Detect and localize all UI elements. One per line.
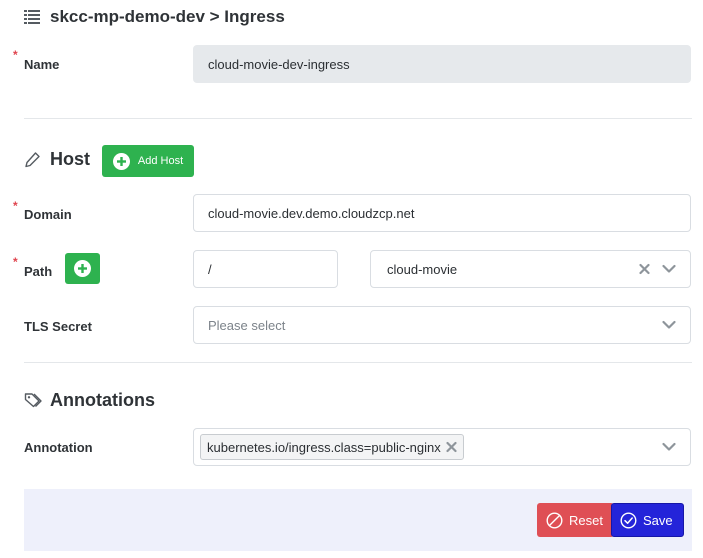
plus-circle-icon bbox=[74, 260, 91, 277]
domain-value: cloud-movie.dev.demo.cloudzcp.net bbox=[208, 205, 415, 221]
annotation-select[interactable]: kubernetes.io/ingress.class=public-nginx bbox=[193, 428, 691, 466]
domain-label: Domain bbox=[24, 207, 72, 222]
chevron-down-icon[interactable] bbox=[662, 320, 676, 330]
page-title: skcc-mp-demo-dev > Ingress bbox=[50, 7, 285, 26]
required-marker: * bbox=[13, 255, 18, 269]
annotation-label: Annotation bbox=[24, 440, 93, 455]
reset-button[interactable]: Reset bbox=[537, 503, 614, 537]
required-marker: * bbox=[13, 199, 18, 213]
tags-icon bbox=[24, 393, 42, 408]
domain-input[interactable]: cloud-movie.dev.demo.cloudzcp.net bbox=[193, 194, 691, 232]
tls-secret-select[interactable]: Please select bbox=[193, 306, 691, 344]
reset-label: Reset bbox=[569, 512, 603, 528]
remove-tag-icon[interactable] bbox=[446, 441, 457, 453]
chevron-down-icon[interactable] bbox=[662, 264, 676, 274]
name-label: Name bbox=[24, 57, 60, 72]
pencil-icon bbox=[25, 152, 40, 168]
path-label: Path bbox=[24, 264, 53, 279]
path-value: / bbox=[208, 261, 212, 277]
name-field: cloud-movie-dev-ingress bbox=[193, 45, 691, 83]
add-host-label: Add Host bbox=[137, 155, 184, 167]
annotation-tag-label: kubernetes.io/ingress.class=public-nginx bbox=[207, 439, 441, 455]
required-marker: * bbox=[13, 48, 18, 62]
plus-circle-icon bbox=[112, 152, 130, 170]
add-path-button[interactable] bbox=[65, 253, 100, 284]
service-select[interactable]: cloud-movie bbox=[370, 250, 691, 288]
form-footer: Reset Save bbox=[24, 489, 692, 551]
divider bbox=[24, 362, 692, 363]
name-value: cloud-movie-dev-ingress bbox=[208, 56, 350, 72]
add-host-button[interactable]: Add Host bbox=[102, 145, 194, 177]
tls-secret-label: TLS Secret bbox=[24, 319, 92, 334]
save-label: Save bbox=[643, 512, 673, 528]
tls-secret-placeholder: Please select bbox=[208, 317, 286, 333]
save-button[interactable]: Save bbox=[611, 503, 684, 537]
annotations-section-title: Annotations bbox=[50, 390, 155, 410]
clear-icon[interactable] bbox=[639, 263, 650, 275]
divider bbox=[24, 118, 692, 119]
ban-icon bbox=[546, 511, 563, 529]
path-input[interactable]: / bbox=[193, 250, 338, 288]
service-value: cloud-movie bbox=[387, 261, 458, 277]
chevron-down-icon[interactable] bbox=[662, 442, 676, 452]
check-circle-icon bbox=[620, 511, 637, 529]
list-icon bbox=[24, 10, 40, 24]
annotation-tag[interactable]: kubernetes.io/ingress.class=public-nginx bbox=[200, 434, 464, 460]
host-section-title: Host bbox=[50, 149, 90, 169]
